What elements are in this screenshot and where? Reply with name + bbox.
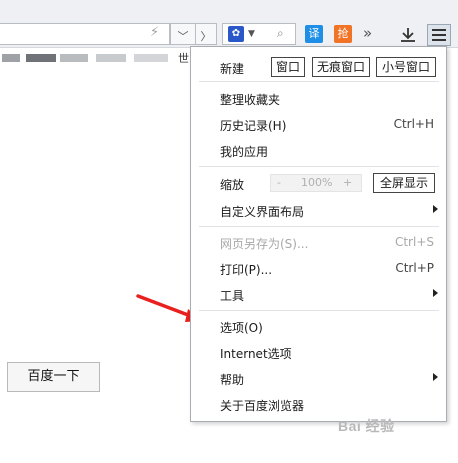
menu-item-save-as[interactable]: 网页另存为(S)... Ctrl+S (191, 229, 446, 255)
menu-item-help[interactable]: 帮助 (191, 365, 446, 391)
menu-item-zoom: 缩放 - 100% + 全屏显示 (191, 170, 446, 196)
menu-separator (199, 226, 439, 227)
baidu-jingyan-watermark: Bai 经验 (338, 418, 395, 434)
menu-separator (199, 81, 439, 82)
menu-item-options[interactable]: 选项(O) (191, 313, 446, 339)
menu-item-new: 新建 窗口 无痕窗口 小号窗口 (191, 54, 446, 80)
zoom-in-button[interactable]: + (343, 176, 352, 189)
menu-item-print[interactable]: 打印(P)... Ctrl+P (191, 255, 446, 281)
menu-separator (199, 166, 439, 167)
menu-item-about[interactable]: 关于百度浏览器 (191, 391, 446, 417)
zoom-control: - 100% + (270, 174, 362, 192)
new-incognito-button[interactable]: 无痕窗口 (312, 57, 370, 77)
fullscreen-button[interactable]: 全屏显示 (373, 173, 435, 193)
submenu-arrow-icon (433, 205, 438, 213)
new-small-window-button[interactable]: 小号窗口 (376, 57, 436, 77)
menu-item-history[interactable]: 历史记录(H) Ctrl+H (191, 111, 446, 137)
submenu-arrow-icon (433, 373, 438, 381)
menu-item-internet-options[interactable]: Internet选项 (191, 339, 446, 365)
menu-separator (199, 310, 439, 311)
menu-item-organize-favorites[interactable]: 整理收藏夹 (191, 85, 446, 111)
submenu-arrow-icon (433, 289, 438, 297)
menu-item-tools[interactable]: 工具 (191, 281, 446, 307)
zoom-level: 100% (301, 176, 333, 189)
main-menu: 新建 窗口 无痕窗口 小号窗口 整理收藏夹 历史记录(H) Ctrl+H 我的应… (190, 46, 447, 422)
menu-item-my-apps[interactable]: 我的应用 (191, 137, 446, 163)
menu-item-customize-layout[interactable]: 自定义界面布局 (191, 197, 446, 223)
zoom-out-button[interactable]: - (277, 176, 281, 189)
new-window-button[interactable]: 窗口 (271, 57, 305, 77)
